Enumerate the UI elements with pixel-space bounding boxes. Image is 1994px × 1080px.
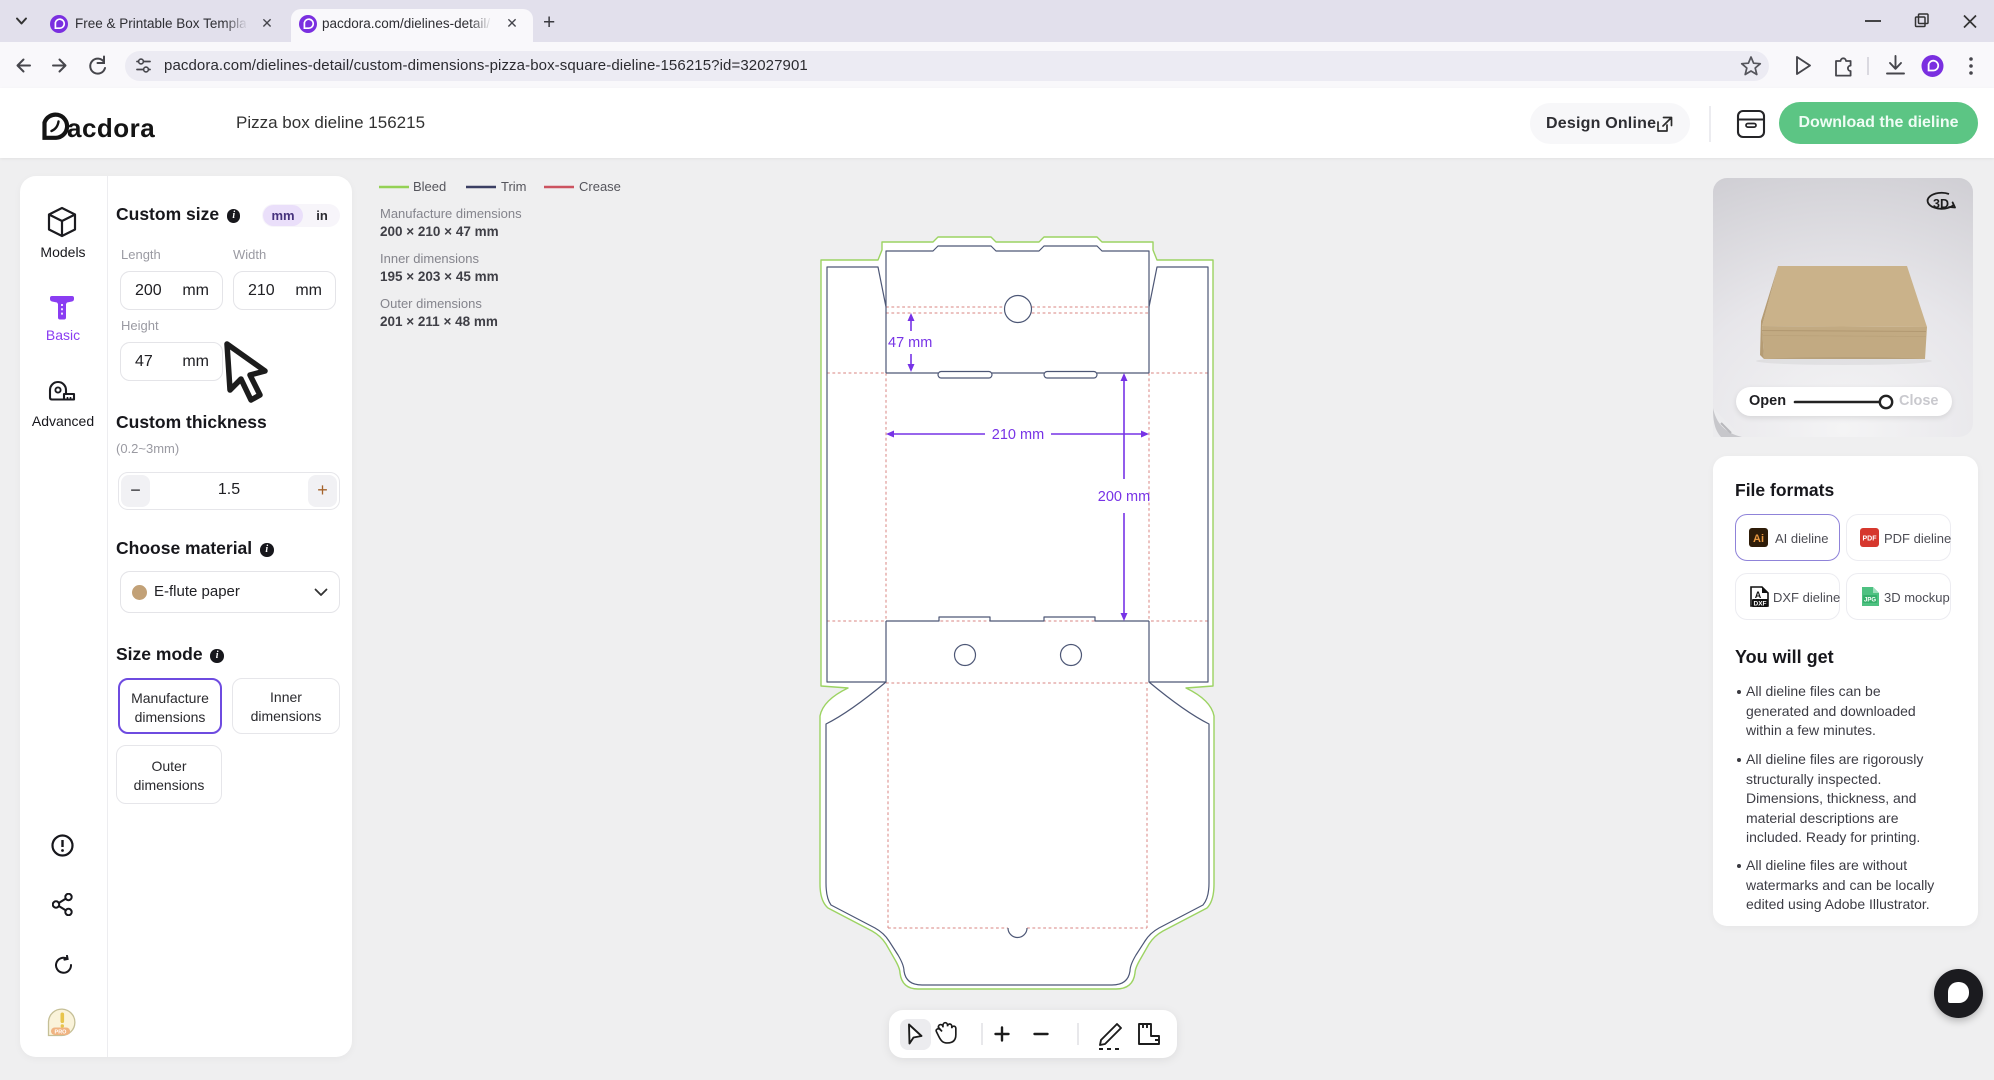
svg-text:DXF: DXF [1754, 601, 1767, 608]
svg-text:210 mm: 210 mm [992, 427, 1044, 443]
svg-text:PDF: PDF [1863, 536, 1878, 543]
svg-text:Ai: Ai [1753, 533, 1764, 545]
svg-text:200 mm: 200 mm [1098, 489, 1150, 505]
svg-text:47 mm: 47 mm [888, 335, 932, 351]
svg-text:acdora: acdora [67, 113, 155, 142]
svg-text:JPG: JPG [1864, 598, 1876, 604]
svg-text:PRO: PRO [55, 1029, 68, 1035]
svg-text:A: A [1755, 590, 1762, 600]
